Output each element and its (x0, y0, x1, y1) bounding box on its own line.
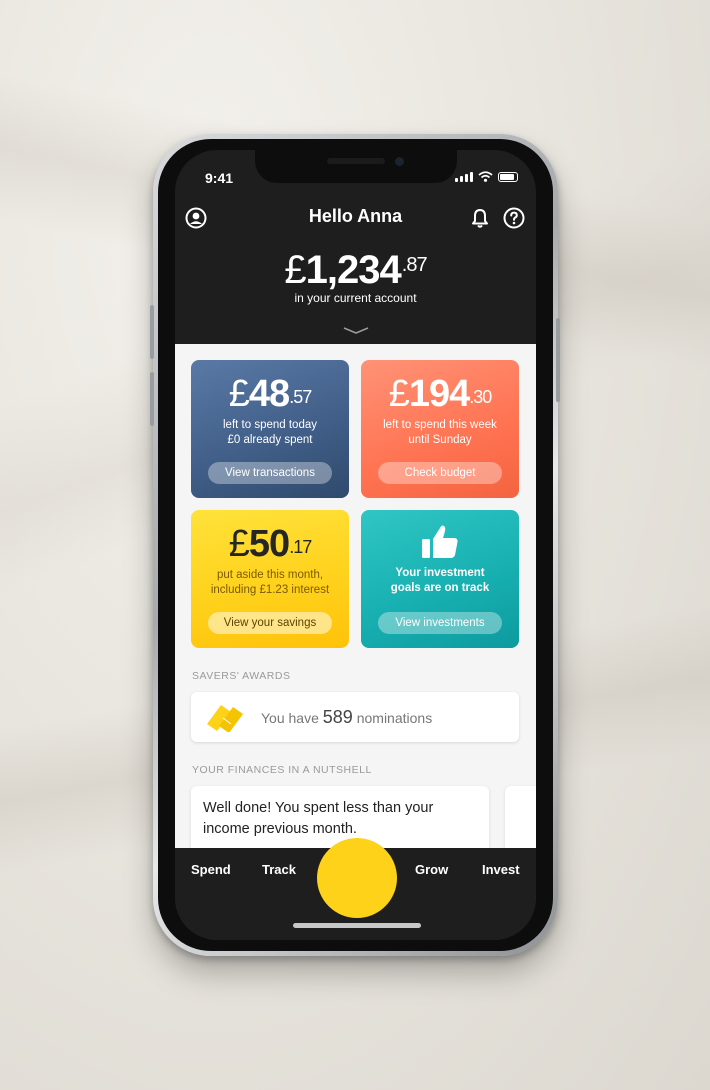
card-line2: including £1.23 interest (210, 584, 330, 596)
daily-spend-card[interactable]: £48.57 left to spend today £0 already spe… (191, 360, 349, 498)
view-investments-button[interactable]: View investments (378, 612, 502, 634)
weekly-budget-desc: left to spend this week until Sunday (361, 418, 519, 448)
balance-whole: 1,234 (305, 248, 402, 292)
nominations-prefix: You have (261, 710, 319, 726)
investments-card[interactable]: Your investment goals are on track View i… (361, 510, 519, 648)
card-line2: goals are on track (390, 582, 490, 594)
wifi-icon (478, 171, 493, 182)
card-pence: 30 (473, 387, 492, 407)
card-pence: 57 (293, 387, 312, 407)
tab-spend[interactable]: Spend (191, 862, 231, 877)
card-currency: £ (228, 373, 250, 415)
nominations-suffix: nominations (356, 710, 433, 726)
savings-card[interactable]: £50.17 put aside this month, including £1… (191, 510, 349, 648)
nutshell-card[interactable]: Well done! You spent less than your inco… (191, 786, 489, 848)
view-transactions-button[interactable]: View transactions (208, 462, 332, 484)
card-whole: 48 (248, 373, 290, 415)
card-line2: £0 already spent (227, 434, 313, 446)
status-time: 9:41 (205, 170, 234, 186)
volume-down-button (150, 372, 154, 426)
thumbs-up-icon (422, 525, 458, 558)
savings-desc: put aside this month, including £1.23 int… (191, 568, 349, 598)
speaker (327, 158, 385, 164)
tickets-icon (207, 705, 243, 732)
card-whole: 50 (248, 523, 290, 565)
savers-awards-title: SAVERS' AWARDS (192, 670, 291, 682)
weekly-budget-card[interactable]: £194.30 left to spend this week until Sun… (361, 360, 519, 498)
savings-amount: £50.17 (228, 523, 312, 565)
card-line1: Your investment (395, 567, 485, 579)
check-budget-button[interactable]: Check budget (378, 462, 502, 484)
chevron-down-icon[interactable] (175, 322, 536, 340)
balance-caption: in your current account (294, 291, 417, 305)
view-savings-button[interactable]: View your savings (208, 612, 332, 634)
tab-track[interactable]: Track (262, 862, 296, 877)
battery-icon (498, 171, 518, 182)
help-icon[interactable] (503, 207, 525, 229)
tab-invest[interactable]: Invest (482, 862, 520, 877)
daily-spend-amount: £48.57 (228, 373, 312, 415)
status-icons (455, 171, 518, 182)
nominations-text: You have 589 nominations (261, 707, 432, 728)
card-currency: £ (228, 523, 250, 565)
front-camera (395, 157, 404, 166)
app-screen: 9:41 Hello Anna £1,234.87 in your curren… (175, 150, 536, 940)
signal-icon (455, 171, 473, 182)
savers-awards-card[interactable]: You have 589 nominations (191, 692, 519, 742)
investments-desc: Your investment goals are on track (361, 566, 519, 596)
nutshell-title: YOUR FINANCES IN A NUTSHELL (192, 764, 372, 776)
balance-currency: £ (284, 248, 306, 292)
account-balance: £1,234.87 in your current account (175, 248, 536, 305)
card-whole: 194 (408, 373, 470, 415)
power-button (556, 318, 560, 402)
app-header: Hello Anna (175, 200, 536, 240)
nominations-count: 589 (322, 707, 353, 727)
card-line1: put aside this month, (216, 569, 324, 581)
balance-pence: 87 (406, 254, 427, 276)
daily-spend-desc: left to spend today £0 already spent (191, 418, 349, 448)
dashboard-panel: £48.57 left to spend today £0 already spe… (175, 344, 536, 848)
home-indicator[interactable] (293, 923, 421, 928)
weekly-budget-amount: £194.30 (388, 373, 493, 415)
bell-icon[interactable] (469, 207, 491, 229)
card-pence: 17 (293, 537, 312, 557)
notch (255, 150, 457, 183)
card-line1: left to spend today (223, 419, 317, 431)
card-line1: left to spend this week (383, 419, 497, 431)
tab-grow[interactable]: Grow (415, 862, 448, 877)
card-currency: £ (388, 373, 410, 415)
bottom-tab-bar: Spend Track Grow Invest (175, 838, 536, 940)
volume-up-button (150, 305, 154, 359)
card-line2: until Sunday (408, 434, 472, 446)
nutshell-message: Well done! You spent less than your inco… (203, 800, 434, 837)
balance-amount: £1,234.87 (284, 248, 427, 292)
nutshell-card-next[interactable] (505, 786, 536, 848)
center-action-button[interactable] (317, 838, 397, 918)
